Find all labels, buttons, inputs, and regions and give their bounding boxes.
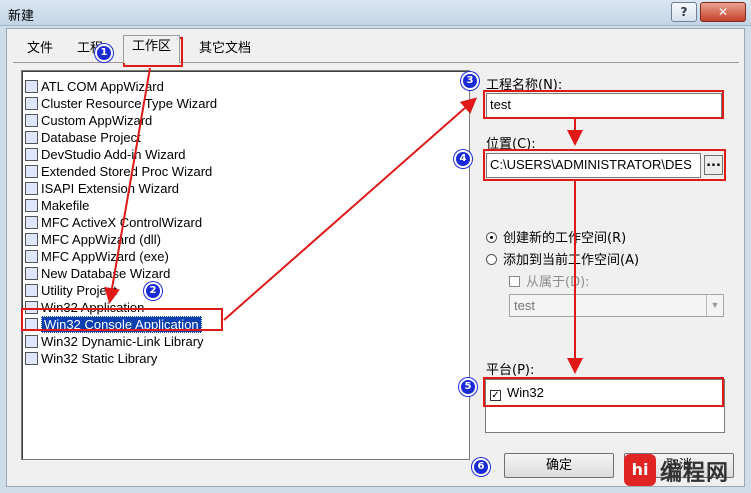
checkbox-icon: [509, 276, 520, 287]
platform-list[interactable]: ✓ Win32: [485, 379, 725, 433]
list-item[interactable]: MFC AppWizard (exe): [25, 248, 169, 265]
project-name-label: 工程名称(N):: [486, 78, 563, 93]
project-icon: [25, 131, 38, 144]
list-item[interactable]: New Database Wizard: [25, 265, 170, 282]
project-icon: [25, 182, 38, 195]
project-icon: [25, 165, 38, 178]
step-badge-5: 5: [459, 378, 477, 396]
location-label: 位置(C):: [486, 137, 536, 152]
project-icon: [25, 250, 38, 263]
project-icon: [25, 335, 38, 348]
list-item[interactable]: MFC ActiveX ControlWizard: [25, 214, 202, 231]
project-icon: [25, 352, 38, 365]
depend-on-checkbox[interactable]: 从属于(D):: [509, 271, 590, 290]
list-item[interactable]: Cluster Resource Type Wizard: [25, 95, 217, 112]
list-item[interactable]: Utility Project: [25, 282, 117, 299]
create-workspace-option[interactable]: 创建新的工作空间(R): [486, 227, 626, 246]
help-button[interactable]: ?: [671, 2, 697, 22]
project-type-list[interactable]: ATL COM AppWizard Cluster Resource Type …: [21, 70, 470, 460]
step-badge-1: 1: [95, 44, 113, 62]
watermark-logo: hi: [624, 454, 656, 486]
radio-icon: [486, 254, 497, 265]
browse-button[interactable]: ...: [704, 155, 723, 175]
project-icon: [25, 114, 38, 127]
window-title: 新建: [8, 9, 35, 24]
step-badge-4: 4: [454, 150, 472, 168]
list-item[interactable]: Win32 Dynamic-Link Library: [25, 333, 204, 350]
project-icon: [25, 80, 38, 93]
chevron-down-icon: ▼: [706, 295, 723, 316]
list-item-selected[interactable]: Win32 Console Application: [25, 316, 202, 333]
platform-item[interactable]: ✓ Win32: [490, 385, 544, 401]
list-item[interactable]: MFC AppWizard (dll): [25, 231, 161, 248]
watermark-text: 编程网: [660, 461, 730, 486]
radio-selected-icon: [486, 232, 497, 243]
project-icon: [25, 301, 38, 314]
list-item[interactable]: Win32 Static Library: [25, 350, 157, 367]
step-badge-6: 6: [472, 458, 490, 476]
project-icon: [25, 216, 38, 229]
close-button[interactable]: ✕: [700, 2, 746, 22]
tab-workspace[interactable]: 工作区: [123, 35, 181, 63]
platform-label: 平台(P):: [486, 363, 535, 378]
list-item[interactable]: Custom AppWizard: [25, 112, 152, 129]
project-icon: [25, 267, 38, 280]
list-item[interactable]: ISAPI Extension Wizard: [25, 180, 179, 197]
list-item[interactable]: Database Project: [25, 129, 141, 146]
location-input[interactable]: C:\USERS\ADMINISTRATOR\DES: [486, 153, 701, 178]
list-item[interactable]: DevStudio Add-in Wizard: [25, 146, 186, 163]
ok-button[interactable]: 确定: [504, 453, 614, 478]
tab-divider: [13, 62, 739, 63]
tab-files[interactable]: 文件: [19, 38, 61, 62]
add-to-workspace-option[interactable]: 添加到当前工作空间(A): [486, 249, 639, 268]
site-watermark: hi 编程网: [624, 452, 748, 490]
tab-other-docs[interactable]: 其它文档: [191, 38, 259, 62]
step-badge-3: 3: [461, 72, 479, 90]
project-icon: [25, 199, 38, 212]
checkmark-icon: ✓: [490, 390, 501, 401]
list-item[interactable]: Win32 Application: [25, 299, 144, 316]
project-icon: [25, 148, 38, 161]
project-name-input[interactable]: test: [486, 93, 722, 118]
title-bar: 新建 ? ✕: [0, 0, 751, 26]
project-icon: [25, 233, 38, 246]
step-badge-2: 2: [144, 282, 162, 300]
list-item[interactable]: Extended Stored Proc Wizard: [25, 163, 212, 180]
list-item[interactable]: ATL COM AppWizard: [25, 78, 164, 95]
new-dialog: 文件 工程 工作区 其它文档 ATL COM AppWizard Cluster…: [6, 28, 745, 487]
list-item[interactable]: Makefile: [25, 197, 89, 214]
project-icon: [25, 97, 38, 110]
project-icon: [25, 284, 38, 297]
project-icon: [25, 318, 38, 331]
depend-on-select[interactable]: test ▼: [509, 294, 724, 317]
